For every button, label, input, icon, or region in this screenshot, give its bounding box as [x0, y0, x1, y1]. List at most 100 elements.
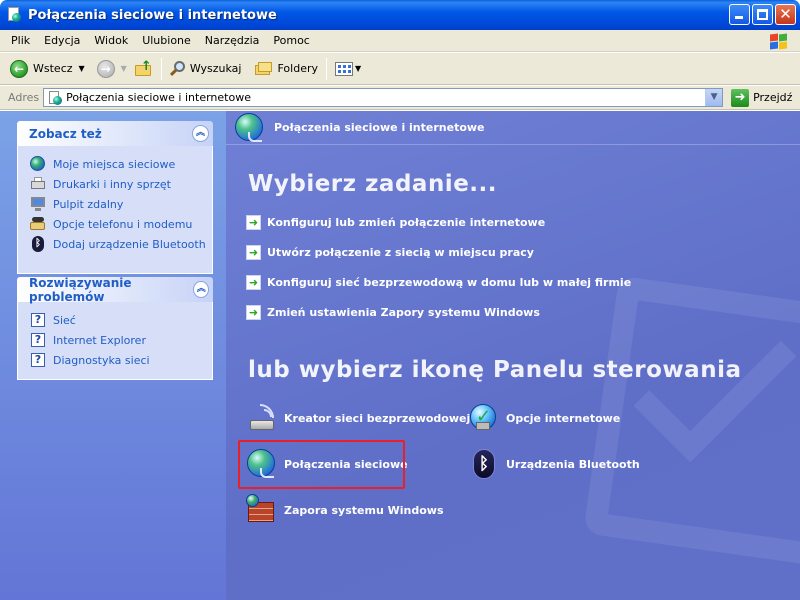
- toolbar-separator: [326, 57, 327, 80]
- link-label: Opcje telefonu i modemu: [53, 217, 193, 231]
- green-arrow-icon: [246, 245, 261, 260]
- views-dropdown-icon[interactable]: ▼: [355, 64, 361, 73]
- go-label: Przejdź: [753, 91, 793, 104]
- forward-dropdown-icon[interactable]: ▼: [121, 64, 127, 73]
- see-also-header[interactable]: Zobacz też ︽: [17, 121, 213, 146]
- close-button[interactable]: ✕: [775, 4, 796, 25]
- up-folder-button[interactable]: ↑: [131, 56, 157, 82]
- address-bar: Adres Połączenia sieciowe i internetowe …: [0, 86, 800, 110]
- go-button[interactable]: ➜ Przejdź: [731, 88, 793, 107]
- link-label: Moje miejsca sieciowe: [53, 157, 176, 171]
- back-arrow-icon: ←: [10, 59, 28, 78]
- address-dropdown-icon[interactable]: ▼: [705, 89, 723, 106]
- cp-internet-options[interactable]: ✓ Opcje internetowe: [468, 402, 620, 434]
- maximize-icon: [757, 9, 768, 20]
- link-label: Internet Explorer: [53, 333, 146, 347]
- minimize-button[interactable]: [729, 4, 750, 25]
- task-firewall-settings[interactable]: Zmień ustawienia Zapory systemu Windows: [246, 305, 540, 320]
- task-wireless-network[interactable]: Konfiguruj sieć bezprzewodową w domu lub…: [246, 275, 631, 290]
- link-printers[interactable]: Drukarki i inny sprzęt: [30, 174, 212, 194]
- bluetooth-icon: ᛒ: [468, 448, 500, 480]
- cp-label: Urządzenia Bluetooth: [506, 457, 640, 471]
- link-network-diagnostics[interactable]: ? Diagnostyka sieci: [30, 350, 212, 370]
- remote-desktop-icon: [30, 196, 46, 212]
- menu-file[interactable]: Plik: [4, 30, 37, 52]
- link-label: Pulpit zdalny: [53, 197, 124, 211]
- address-input[interactable]: Połączenia sieciowe i internetowe ▼: [43, 88, 724, 107]
- network-globe-icon: [234, 112, 264, 142]
- task-label: Konfiguruj lub zmień połączenie internet…: [267, 216, 546, 229]
- folders-button[interactable]: Foldery: [251, 56, 322, 82]
- cp-wireless-wizard[interactable]: Kreator sieci bezprzewodowej: [246, 402, 470, 434]
- link-label: Diagnostyka sieci: [53, 353, 150, 367]
- phone-modem-icon: [30, 216, 46, 232]
- folders-icon: [255, 61, 273, 76]
- folder-up-icon: ↑: [134, 59, 153, 77]
- link-troubleshoot-network[interactable]: ? Sieć: [30, 310, 212, 330]
- title-bar[interactable]: Połączenia sieciowe i internetowe ✕: [0, 0, 800, 30]
- header-divider: [226, 144, 800, 145]
- views-button[interactable]: ▼: [331, 56, 365, 82]
- green-arrow-icon: [246, 275, 261, 290]
- forward-button[interactable]: → ▼: [93, 56, 131, 82]
- go-arrow-icon: ➜: [731, 88, 750, 107]
- back-label: Wstecz: [33, 62, 73, 75]
- cp-windows-firewall[interactable]: Zapora systemu Windows: [246, 494, 444, 526]
- menu-bar: Plik Edycja Widok Ulubione Narzędzia Pom…: [0, 30, 800, 52]
- main-content: Połączenia sieciowe i internetowe Wybier…: [226, 111, 800, 600]
- menu-edit[interactable]: Edycja: [37, 30, 87, 52]
- task-label: Konfiguruj sieć bezprzewodową w domu lub…: [267, 276, 632, 289]
- toolbar-separator: [160, 57, 162, 80]
- link-troubleshoot-ie[interactable]: ? Internet Explorer: [30, 330, 212, 350]
- category-title: Połączenia sieciowe i internetowe: [274, 120, 485, 134]
- menu-help[interactable]: Pomoc: [266, 30, 316, 52]
- close-icon: ✕: [779, 5, 792, 23]
- help-icon: ?: [30, 332, 46, 348]
- menu-tools[interactable]: Narzędzia: [198, 30, 267, 52]
- menu-favorites[interactable]: Ulubione: [135, 30, 198, 52]
- category-header: Połączenia sieciowe i internetowe: [226, 111, 800, 143]
- link-phone-modem[interactable]: Opcje telefonu i modemu: [30, 214, 212, 234]
- back-dropdown-icon[interactable]: ▼: [79, 64, 85, 73]
- internet-options-icon: ✓: [468, 402, 500, 434]
- firewall-icon: [246, 494, 278, 526]
- cp-label: Zapora systemu Windows: [284, 503, 444, 517]
- link-network-places[interactable]: Moje miejsca sieciowe: [30, 154, 212, 174]
- link-label: Drukarki i inny sprzęt: [53, 177, 171, 191]
- printer-icon: [30, 176, 46, 192]
- icons-heading: lub wybierz ikonę Panelu sterowania: [248, 357, 742, 383]
- task-label: Zmień ustawienia Zapory systemu Windows: [267, 306, 540, 319]
- search-label: Wyszukaj: [189, 62, 242, 75]
- address-label: Adres: [8, 91, 40, 104]
- task-pane: Zobacz też ︽ Moje miejsca sieciowe Druka…: [0, 111, 226, 600]
- troubleshoot-title: Rozwiązywanie problemów: [29, 275, 132, 304]
- window-icon[interactable]: [6, 7, 22, 23]
- menu-view[interactable]: Widok: [87, 30, 135, 52]
- window-title: Połączenia sieciowe i internetowe: [28, 7, 277, 23]
- views-icon: [335, 61, 353, 76]
- troubleshoot-header[interactable]: Rozwiązywanie problemów ︽: [17, 275, 213, 304]
- link-label: Dodaj urządzenie Bluetooth: [53, 237, 206, 251]
- task-configure-internet[interactable]: Konfiguruj lub zmień połączenie internet…: [246, 215, 545, 230]
- collapse-chevron-icon[interactable]: ︽: [192, 125, 209, 142]
- back-button[interactable]: ← Wstecz ▼: [6, 56, 89, 82]
- cp-label: Opcje internetowe: [506, 411, 621, 425]
- link-add-bluetooth[interactable]: ᛒ Dodaj urządzenie Bluetooth: [30, 234, 212, 254]
- address-folder-icon: [48, 90, 63, 105]
- bluetooth-icon: ᛒ: [30, 236, 46, 252]
- maximize-button[interactable]: [752, 4, 773, 25]
- link-remote-desktop[interactable]: Pulpit zdalny: [30, 194, 212, 214]
- toolbar: ← Wstecz ▼ → ▼ ↑ Wyszukaj Foldery ▼: [0, 53, 800, 85]
- help-icon: ?: [30, 312, 46, 328]
- task-workplace-connection[interactable]: Utwórz połączenie z siecią w miejscu pra…: [246, 245, 534, 260]
- collapse-chevron-icon[interactable]: ︽: [193, 281, 209, 298]
- highlight-box: [238, 440, 405, 489]
- cp-label: Kreator sieci bezprzewodowej: [284, 411, 471, 425]
- minimize-icon: [735, 16, 743, 19]
- task-heading: Wybierz zadanie...: [248, 171, 498, 197]
- search-icon: [169, 60, 186, 77]
- forward-arrow-icon: →: [96, 59, 115, 78]
- cp-bluetooth-devices[interactable]: ᛒ Urządzenia Bluetooth: [468, 448, 640, 480]
- search-button[interactable]: Wyszukaj: [166, 56, 246, 82]
- network-places-icon: [30, 156, 46, 172]
